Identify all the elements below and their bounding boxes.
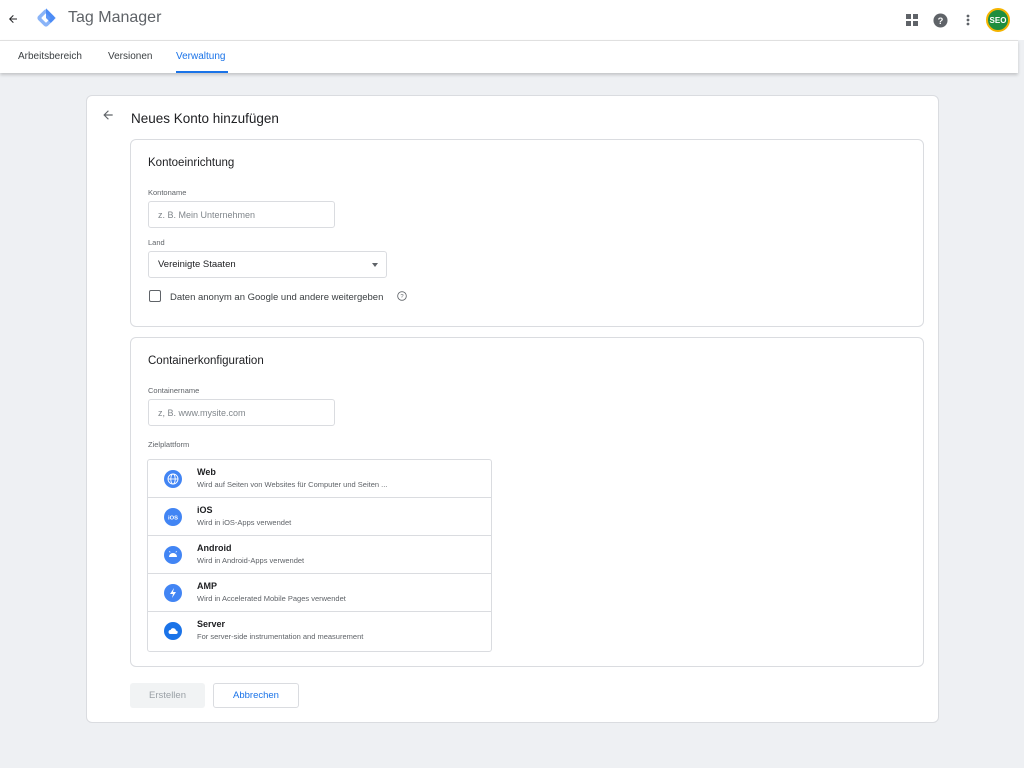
tab-versionen[interactable]: Versionen <box>108 51 152 62</box>
container-setup-title: Containerkonfiguration <box>148 355 264 367</box>
platform-name: Web <box>197 467 216 477</box>
help-outline-icon[interactable]: ? <box>397 291 407 301</box>
create-button[interactable]: Erstellen <box>130 683 205 708</box>
platform-description: For server-side instrumentation and meas… <box>197 632 364 641</box>
bolt-icon <box>164 584 182 602</box>
platform-description: Wird auf Seiten von Websites für Compute… <box>197 480 388 489</box>
cloud-icon <box>164 622 182 640</box>
container-setup-section: Containerkonfiguration Containername Zie… <box>130 337 924 667</box>
platform-option-android[interactable]: Android Wird in Android-Apps verwendet <box>148 536 491 574</box>
country-label: Land <box>148 238 165 247</box>
platform-option-web[interactable]: Web Wird auf Seiten von Websites für Com… <box>148 460 491 498</box>
app-title: Tag Manager <box>68 9 162 26</box>
container-name-input[interactable] <box>148 399 335 426</box>
account-name-input[interactable] <box>148 201 335 228</box>
account-setup-title: Kontoeinrichtung <box>148 157 235 169</box>
new-account-card: Neues Konto hinzufügen Kontoeinrichtung … <box>86 95 939 723</box>
country-select-value: Vereinigte Staaten <box>158 259 236 270</box>
active-tab-indicator <box>176 71 228 73</box>
back-arrow-icon[interactable] <box>4 10 22 28</box>
app-bar: Tag Manager ? SEO <box>0 0 1024 40</box>
platform-option-amp[interactable]: AMP Wird in Accelerated Mobile Pages ver… <box>148 574 491 612</box>
svg-text:?: ? <box>937 15 943 25</box>
tag-manager-logo-icon[interactable] <box>35 7 57 29</box>
platform-description: Wird in Accelerated Mobile Pages verwend… <box>197 594 346 603</box>
android-icon <box>164 546 182 564</box>
platform-description: Wird in iOS-Apps verwendet <box>197 518 292 527</box>
tab-bar: Arbeitsbereich Versionen Verwaltung <box>0 40 1018 73</box>
platform-name: Server <box>197 619 226 629</box>
svg-text:?: ? <box>400 294 404 300</box>
page-title: Neues Konto hinzufügen <box>131 111 279 126</box>
platform-description: Wird in Android-Apps verwendet <box>197 556 305 565</box>
tab-verwaltung[interactable]: Verwaltung <box>176 51 225 62</box>
more-vert-icon[interactable] <box>954 6 982 34</box>
platform-option-ios[interactable]: iOS iOS Wird in iOS-Apps verwendet <box>148 498 491 536</box>
svg-text:iOS: iOS <box>168 515 178 521</box>
share-data-label: Daten anonym an Google und andere weiter… <box>170 292 384 303</box>
back-arrow-icon[interactable] <box>101 108 117 124</box>
platform-list: Web Wird auf Seiten von Websites für Com… <box>147 459 492 652</box>
platform-name: iOS <box>197 505 213 515</box>
target-platform-label: Zielplattform <box>148 440 190 449</box>
cancel-button[interactable]: Abbrechen <box>213 683 299 708</box>
help-icon[interactable]: ? <box>926 6 954 34</box>
globe-icon <box>164 470 182 488</box>
account-name-label: Kontoname <box>148 188 187 197</box>
platform-option-server[interactable]: Server For server-side instrumentation a… <box>148 612 491 650</box>
account-setup-section: Kontoeinrichtung Kontoname Land Vereinig… <box>130 139 924 327</box>
platform-name: Android <box>197 543 232 553</box>
dropdown-arrow-icon <box>372 263 378 267</box>
container-name-label: Containername <box>148 386 200 395</box>
tab-arbeitsbereich[interactable]: Arbeitsbereich <box>18 51 82 62</box>
country-select[interactable]: Vereinigte Staaten <box>148 251 387 278</box>
apps-grid-icon[interactable] <box>898 6 926 34</box>
avatar[interactable]: SEO <box>986 8 1010 32</box>
platform-name: AMP <box>197 581 217 591</box>
ios-icon: iOS <box>164 508 182 526</box>
share-data-checkbox[interactable] <box>149 290 161 302</box>
